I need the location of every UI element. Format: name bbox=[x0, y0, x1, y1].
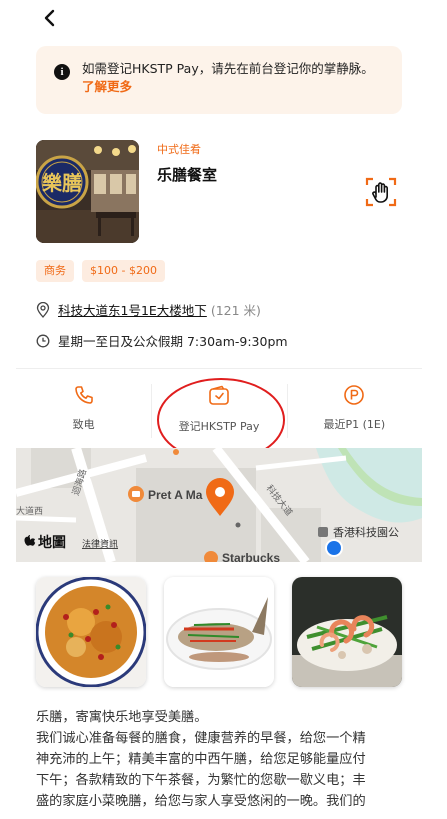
map-poi-hkstp: 香港科技園公 bbox=[333, 525, 399, 539]
phone-icon bbox=[74, 386, 93, 404]
back-button[interactable] bbox=[38, 6, 62, 30]
call-label: 致电 bbox=[72, 418, 95, 431]
action-separator bbox=[151, 384, 152, 438]
clock-icon bbox=[36, 334, 50, 347]
map-poi-starbucks: Starbucks bbox=[222, 551, 280, 562]
dish-image-2[interactable] bbox=[164, 577, 274, 687]
dish-image-1[interactable] bbox=[36, 577, 146, 687]
tag-category: 商务 bbox=[36, 260, 74, 282]
parking-label: 最近P1 (1E) bbox=[323, 418, 386, 431]
action-separator bbox=[287, 384, 288, 438]
palm-scan-button[interactable] bbox=[365, 176, 397, 208]
parking-button[interactable]: 最近P1 (1E) bbox=[287, 384, 422, 440]
map-view[interactable]: Pret A Ma Starbucks 香港科技園公 科技大道 迴海路 大道西 … bbox=[16, 448, 422, 562]
restaurant-image: 樂膳 bbox=[36, 140, 139, 243]
parking-icon bbox=[344, 385, 365, 405]
palm-scan-icon bbox=[365, 177, 397, 207]
address-row: 科技大道东1号1E大楼地下 (121 米) bbox=[36, 300, 261, 319]
map-road-label: 大道西 bbox=[16, 505, 43, 517]
tag-price: $100 - $200 bbox=[82, 260, 165, 282]
description-line: 下午；各款精致的下午茶餐，为繁忙的您歇一歇义电；丰 bbox=[36, 773, 366, 788]
address-link[interactable]: 科技大道东1号1E大楼地下 bbox=[58, 300, 207, 319]
map-logo-text: 地圖 bbox=[38, 534, 66, 551]
restaurant-description: 乐膳，寄寓快乐地享受美膳。 我们诚心准备每餐的膳食，健康营养的早餐，给您一个精 … bbox=[36, 707, 406, 812]
description-line: 我们诚心准备每餐的膳食，健康营养的早餐，给您一个精 bbox=[36, 731, 366, 746]
call-button[interactable]: 致电 bbox=[16, 384, 151, 440]
opening-hours: 星期一至日及公众假期 7:30am-9:30pm bbox=[58, 334, 288, 349]
map-poi-pret: Pret A Ma bbox=[148, 488, 203, 502]
restaurant-name: 乐膳餐室 bbox=[157, 166, 218, 184]
notice-banner: i 如需登记HKSTP Pay，请先在前台登记你的掌静脉。了解更多 bbox=[36, 46, 402, 114]
hours-row: 星期一至日及公众假期 7:30am-9:30pm bbox=[36, 331, 288, 350]
description-line: 盛的家庭小菜晚膳，给您与家人享受悠闲的一晚。我们的 bbox=[36, 794, 366, 809]
chevron-left-icon bbox=[44, 9, 55, 27]
learn-more-link[interactable]: 了解更多 bbox=[82, 79, 132, 94]
map-legal-link: 法律資訊 bbox=[82, 538, 118, 550]
tag-list: 商务 $100 - $200 bbox=[36, 260, 165, 282]
notice-text-block: 如需登记HKSTP Pay，请先在前台登记你的掌静脉。了解更多 bbox=[82, 60, 386, 114]
description-line: 神充沛的上午；精美丰富的中西午膳，给您足够能量应付 bbox=[36, 752, 366, 767]
distance-label: (121 米) bbox=[210, 303, 261, 318]
cuisine-label: 中式佳肴 bbox=[157, 143, 201, 156]
section-divider bbox=[16, 368, 422, 369]
location-pin-icon bbox=[36, 301, 50, 318]
description-line: 乐膳，寄寓快乐地享受美膳。 bbox=[36, 710, 208, 725]
restaurant-sign-text: 樂膳 bbox=[42, 171, 82, 195]
notice-text: 如需登记HKSTP Pay，请先在前台登记你的掌静脉。 bbox=[82, 61, 374, 76]
info-icon: i bbox=[54, 64, 70, 80]
dish-image-3[interactable] bbox=[292, 577, 402, 687]
